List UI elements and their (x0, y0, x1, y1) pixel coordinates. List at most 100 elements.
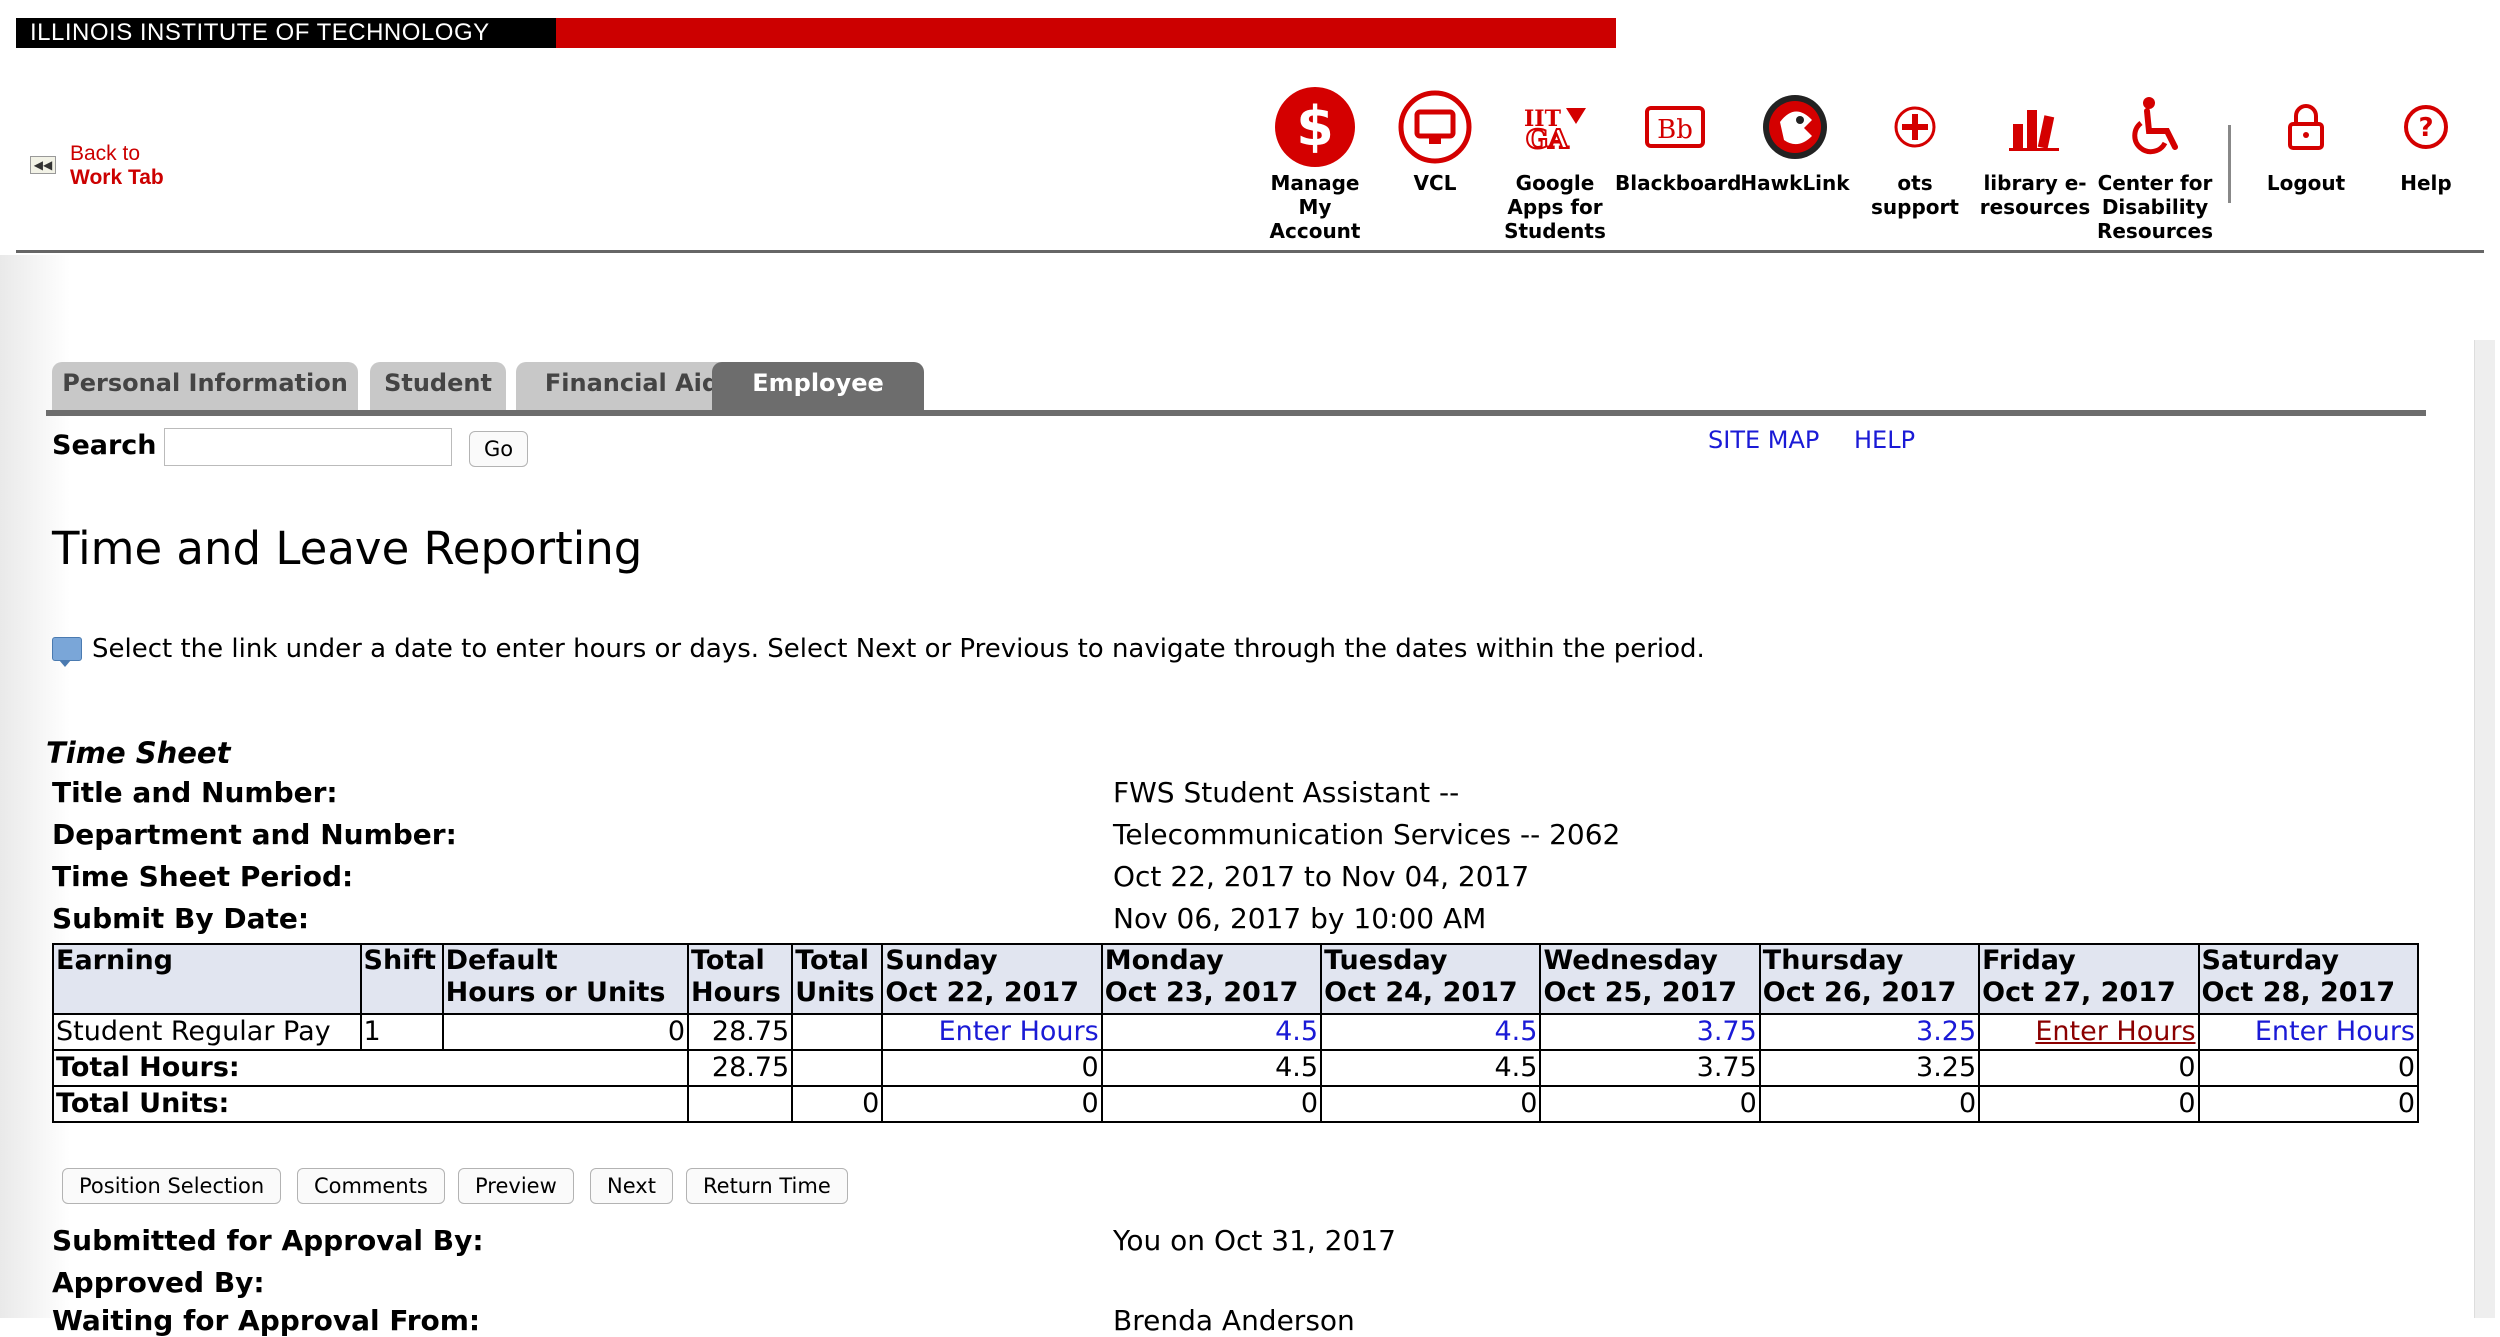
table-cell: 3.25 (1758, 1049, 1981, 1087)
col-earning: Earning (52, 943, 362, 1015)
info-message: Select the link under a date to enter ho… (52, 634, 1705, 667)
google-apps-icon: IIT GA (1513, 85, 1597, 169)
earning-default: 0 (441, 1013, 690, 1051)
total-units-row: Total Units: 0 0 0 0 0 0 0 0 (51, 1085, 2420, 1123)
field-label-submit-by: Submit By Date: (52, 902, 310, 935)
vcl-link[interactable]: VCL (1375, 85, 1495, 195)
return-time-button[interactable]: Return Time (686, 1168, 848, 1204)
speech-bubble-icon (52, 637, 82, 667)
col-shift: Shift (359, 943, 444, 1015)
col-total-units: Total Units (791, 943, 884, 1015)
table-cell (791, 1049, 884, 1087)
google-apps-link[interactable]: IIT GA Google Apps for Students (1495, 85, 1615, 243)
field-label-department: Department and Number: (52, 818, 457, 851)
header-divider (16, 250, 2484, 253)
info-text: Select the link under a date to enter ho… (92, 634, 1705, 664)
approval-label-submitted: Submitted for Approval By: (52, 1224, 484, 1257)
enter-hours-link[interactable]: Enter Hours (2255, 1016, 2415, 1047)
svg-text:$: $ (1296, 95, 1334, 158)
table-cell (687, 1085, 794, 1123)
field-label-title: Title and Number: (52, 776, 338, 809)
hours-link[interactable]: 4.5 (1494, 1016, 1537, 1047)
library-eresources-link[interactable]: library e-resources (1975, 85, 2095, 219)
go-button[interactable]: Go (469, 431, 529, 467)
earning-name: Student Regular Pay (52, 1013, 362, 1051)
table-header-row: Earning Shift Default Hours or Units Tota… (52, 943, 2420, 1015)
col-day: Thursday Oct 26, 2017 (1758, 943, 1981, 1015)
col-day: Monday Oct 23, 2017 (1100, 943, 1323, 1015)
site-map-link[interactable]: SITE MAP (1708, 426, 1819, 454)
university-banner: ILLINOIS INSTITUTE OF TECHNOLOGY (16, 18, 1616, 48)
back-to-work-tab-link[interactable]: ◀◀ Back to Work Tab (30, 142, 164, 190)
earning-total-units (791, 1013, 884, 1051)
position-selection-button[interactable]: Position Selection (62, 1168, 282, 1204)
help-top-link[interactable]: HELP (1854, 426, 1915, 454)
back-link-line2: Work Tab (70, 166, 164, 189)
table-cell: 3.75 (1539, 1049, 1761, 1087)
svg-text:?: ? (2418, 113, 2433, 143)
enter-hours-link[interactable]: Enter Hours (2035, 1016, 2195, 1047)
comments-button[interactable]: Comments (297, 1168, 445, 1204)
field-value-department: Telecommunication Services -- 2062 (1113, 818, 1621, 851)
col-day: Wednesday Oct 25, 2017 (1539, 943, 1761, 1015)
blackboard-icon: Bb (1633, 85, 1717, 169)
blackboard-link[interactable]: Bb Blackboard (1615, 85, 1741, 195)
manage-account-link[interactable]: $ Manage My Account (1255, 85, 1375, 243)
hours-link[interactable]: 4.5 (1275, 1016, 1318, 1047)
tab-student[interactable]: Student (370, 362, 506, 412)
tab-employee[interactable]: Employee (712, 362, 924, 412)
library-icon (1993, 85, 2077, 169)
col-day: Saturday Oct 28, 2017 (2197, 943, 2420, 1015)
page-scrollbar[interactable] (2474, 340, 2495, 1318)
plus-icon (1873, 85, 1957, 169)
table-cell: 4.5 (1320, 1049, 1542, 1087)
tab-personal-information[interactable]: Personal Information (52, 362, 358, 412)
page-title: Time and Leave Reporting (52, 522, 643, 575)
approval-value-submitted: You on Oct 31, 2017 (1113, 1224, 1396, 1257)
svg-text:Bb: Bb (1657, 115, 1693, 145)
col-day: Friday Oct 27, 2017 (1978, 943, 2200, 1015)
monitor-icon (1393, 85, 1477, 169)
toolbar-separator (2228, 125, 2231, 203)
table-cell: 0 (1978, 1085, 2200, 1123)
field-value-period: Oct 22, 2017 to Nov 04, 2017 (1113, 860, 1530, 893)
next-button[interactable]: Next (590, 1168, 673, 1204)
table-cell: 0 (881, 1049, 1103, 1087)
approval-label-waiting: Waiting for Approval From: (52, 1304, 481, 1337)
search-label: Search (52, 430, 157, 461)
help-link[interactable]: ? Help (2366, 85, 2486, 195)
hours-link[interactable]: 3.75 (1697, 1016, 1757, 1047)
field-value-title: FWS Student Assistant -- (1113, 776, 1460, 809)
hours-link[interactable]: 3.25 (1916, 1016, 1976, 1047)
university-name: ILLINOIS INSTITUTE OF TECHNOLOGY (16, 18, 556, 48)
hawklink-link[interactable]: HawkLink (1735, 85, 1855, 195)
table-cell: 0 (881, 1085, 1103, 1123)
total-hours-sum: 28.75 (687, 1049, 794, 1087)
hawk-icon (1753, 85, 1837, 169)
total-units-sum: 0 (791, 1085, 884, 1123)
col-day: Sunday Oct 22, 2017 (881, 943, 1103, 1015)
approval-label-approved: Approved By: (52, 1266, 265, 1299)
total-hours-label: Total Hours: (51, 1049, 690, 1087)
question-icon: ? (2384, 85, 2468, 169)
enter-hours-link[interactable]: Enter Hours (939, 1016, 1099, 1047)
search-input[interactable] (164, 428, 452, 466)
back-link-line1: Back to (70, 142, 141, 165)
dollar-icon: $ (1273, 85, 1357, 169)
logout-link[interactable]: Logout (2246, 85, 2366, 195)
table-cell: 0 (2197, 1049, 2420, 1087)
table-cell: 4.5 (1100, 1049, 1323, 1087)
total-hours-row: Total Hours: 28.75 0 4.5 4.5 3.75 3.25 0… (51, 1049, 2420, 1087)
disability-resources-link[interactable]: Center for Disability Resources (2095, 85, 2215, 243)
col-day: Tuesday Oct 24, 2017 (1320, 943, 1542, 1015)
table-cell: 0 (1978, 1049, 2200, 1087)
approval-value-waiting: Brenda Anderson (1113, 1304, 1355, 1337)
ots-support-link[interactable]: ots support (1855, 85, 1975, 219)
col-total-hours: Total Hours (687, 943, 794, 1015)
preview-button[interactable]: Preview (458, 1168, 574, 1204)
field-value-submit-by: Nov 06, 2017 by 10:00 AM (1113, 902, 1487, 935)
table-cell: 0 (1320, 1085, 1542, 1123)
time-sheet-table: Earning Shift Default Hours or Units Tota… (51, 943, 2420, 1123)
rewind-icon: ◀◀ (30, 156, 56, 174)
total-units-label: Total Units: (51, 1085, 690, 1123)
